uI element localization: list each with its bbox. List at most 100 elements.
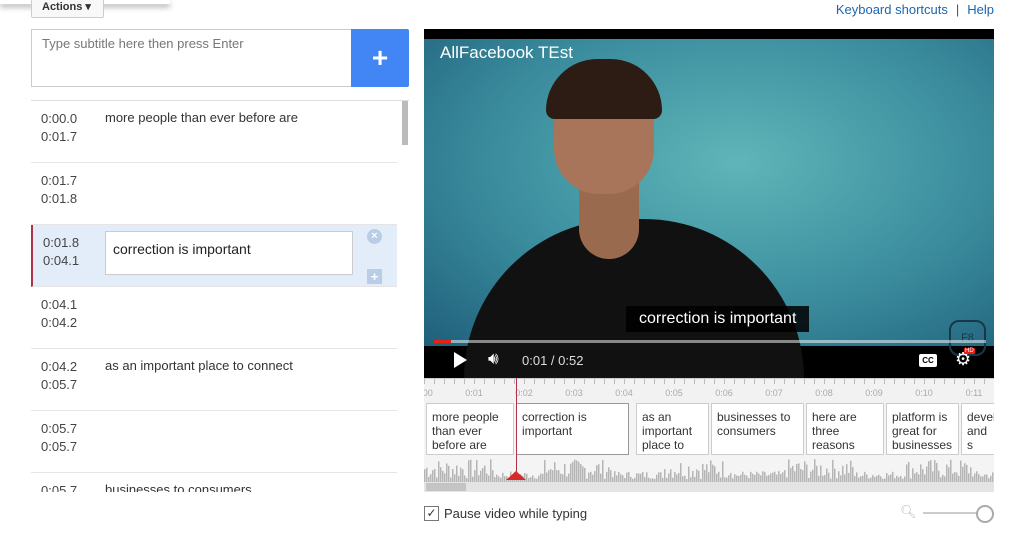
subtitle-row[interactable]: 0:04.2 0:05.7 as an important place to con… [31,349,397,411]
waveform-bar [576,460,578,482]
subtitle-times[interactable]: 0:04.2 0:05.7 [41,358,77,394]
end-time[interactable]: 0:05.7 [41,376,77,394]
subtitle-row[interactable]: 0:01.7 0:01.8 [31,163,397,225]
waveform-bar [964,463,966,482]
subtitle-times[interactable]: 0:01.8 0:04.1 [43,234,79,270]
timeline-tick: 0:01 [465,388,483,398]
timeline-caption[interactable]: here are three reasons [806,403,884,455]
timeline-caption[interactable]: as an important place to [636,403,709,455]
end-time[interactable]: 0:01.7 [41,128,77,146]
waveform-bar [966,464,968,482]
subtitle-times[interactable]: 0:01.7 0:01.8 [41,172,77,208]
start-time[interactable]: 0:05.7 [41,420,77,438]
waveform-bar [826,468,828,482]
subtitle-row[interactable]: 0:04.1 0:04.2 [31,287,397,349]
waveform-bar [792,465,794,482]
start-time[interactable]: 0:00.0 [41,110,77,128]
waveform-bar [828,472,830,482]
video-caption: correction is important [626,306,810,332]
waveform-bar [920,464,922,482]
playhead[interactable] [516,378,517,479]
end-time[interactable]: 0:04.1 [43,252,79,270]
new-subtitle-input[interactable]: Type subtitle here then press Enter [31,29,352,87]
timeline-scroll-thumb[interactable] [426,483,466,491]
end-time[interactable]: 0:04.2 [41,314,77,332]
subtitle-row[interactable]: 0:05.7 businesses to consumers [31,473,397,492]
timeline-tick: 0:08 [815,388,833,398]
play-icon[interactable] [454,352,467,368]
waveform-bar [888,475,890,482]
start-time[interactable]: 0:01.8 [43,234,79,252]
waveform-bar [478,475,480,482]
start-time[interactable]: 0:01.7 [41,172,77,190]
insert-icon[interactable]: + [367,269,382,284]
subtitle-row[interactable]: 0:05.7 0:05.7 [31,411,397,473]
waveform-bar [934,460,936,482]
subtitle-text-input[interactable]: correction is important [105,231,353,275]
list-scrollbar[interactable] [402,101,408,145]
waveform-bar [452,469,454,482]
timeline-caption[interactable]: businesses to consumers [711,403,804,455]
zoom-slider-knob[interactable] [976,505,994,523]
waveform-bar [974,473,976,482]
end-time[interactable]: 0:05.7 [41,438,77,456]
waveform-bar [696,469,698,482]
end-time[interactable]: 0:01.8 [41,190,77,208]
timeline-caption[interactable]: more people than ever before are [426,403,514,455]
volume-icon[interactable]: 🔊︎ [488,349,499,369]
waveform-bar [948,467,950,482]
waveform-bar [642,472,644,482]
subtitle-times[interactable]: 0:05.7 0:05.7 [41,420,77,456]
subtitle-row[interactable]: 0:01.8 0:04.1 correction is important × + [31,225,397,287]
waveform-bar [730,472,732,482]
actions-label: Actions [42,1,83,13]
waveform-bar [708,472,710,482]
timeline[interactable]: 0:00 0:01 0:02 0:03 0:04 0:05 0:06 0:07 0:08 0:09… [424,378,994,492]
timeline-caption[interactable]: correction is important [516,403,629,455]
waveform-bar [764,471,766,482]
timeline-caption[interactable]: develop and s launc [961,403,994,455]
waveform-bar [760,475,762,482]
subtitle-text[interactable]: businesses to consumers [105,482,252,492]
timeline-scrollbar[interactable] [424,482,994,492]
subtitle-text[interactable]: more people than ever before are [105,110,298,125]
timeline-caption[interactable]: platform is great for businesses [886,403,959,455]
subtitle-list: 0:00.0 0:01.7 more people than ever before… [31,100,409,492]
timeline-tick: 0:06 [715,388,733,398]
waveform-bar [968,473,970,482]
waveform-bar [932,471,934,482]
actions-dropdown[interactable]: Actions ▾ [31,0,104,18]
waveform-bar [784,470,786,482]
pause-checkbox[interactable]: ✓ [424,506,439,521]
pause-while-typing[interactable]: ✓ Pause video while typing [424,506,587,521]
subtitle-text[interactable]: as an important place to connect [105,358,293,373]
subtitle-times[interactable]: 0:00.0 0:01.7 [41,110,77,146]
video-frame [424,39,994,378]
start-time[interactable]: 0:05.7 [41,482,77,492]
subtitle-times[interactable]: 0:04.1 0:04.2 [41,296,77,332]
playhead-handle[interactable] [506,471,526,480]
video-player[interactable]: AllFacebook TEst correction is important… [424,29,994,378]
waveform-bar [438,461,440,482]
waveform-bar [556,469,558,482]
start-time[interactable]: 0:04.1 [41,296,77,314]
waveform-bar [558,470,560,482]
cc-icon[interactable]: CC [919,354,937,367]
add-subtitle-button[interactable]: + [351,29,409,87]
delete-icon[interactable]: × [367,229,382,244]
waveform-bar [772,472,774,482]
waveform-bar [950,459,952,482]
waveform-bar [962,466,964,482]
waveform-bar [762,471,764,482]
subtitle-row[interactable]: 0:00.0 0:01.7 more people than ever before… [31,101,397,163]
waveform-bar [794,471,796,482]
waveform-bar [866,474,868,482]
start-time[interactable]: 0:04.2 [41,358,77,376]
waveform-bar [496,474,498,482]
keyboard-shortcuts-link[interactable]: Keyboard shortcuts [836,2,948,17]
waveform-bar [976,471,978,482]
waveform-bar [544,459,546,482]
help-link[interactable]: Help [967,2,994,17]
progress-bar[interactable] [434,340,986,343]
subtitle-times[interactable]: 0:05.7 [41,482,77,492]
